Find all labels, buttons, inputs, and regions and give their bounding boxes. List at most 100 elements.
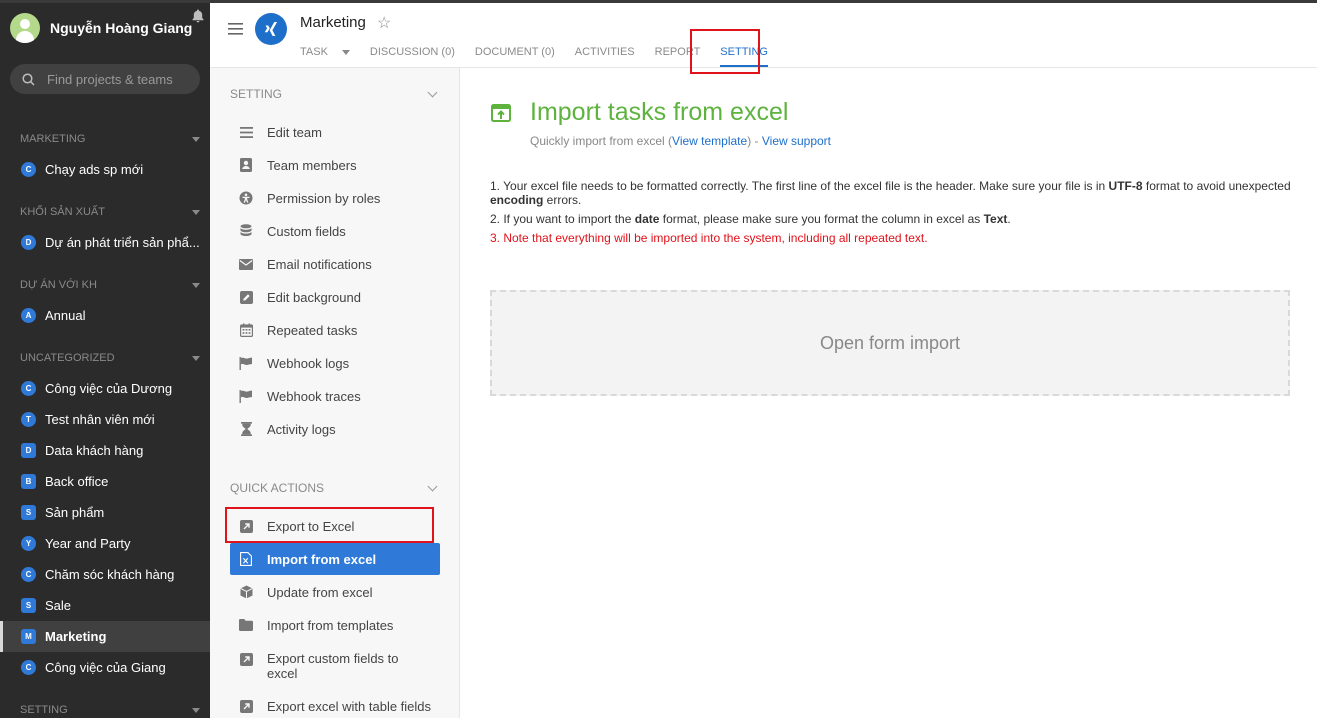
caret-down-icon[interactable]	[192, 209, 200, 215]
menu-edit-background[interactable]: Edit background	[230, 289, 440, 305]
menu-label: Team members	[267, 157, 357, 173]
note-2: 2. If you want to import the date format…	[490, 212, 1300, 226]
menu-team-members[interactable]: Team members	[230, 157, 440, 173]
section-title: SETTING	[230, 87, 283, 101]
caret-down-icon[interactable]	[192, 282, 200, 288]
project-badge: C	[21, 567, 36, 582]
tab-task[interactable]: TASK	[300, 39, 350, 65]
caret-down-icon[interactable]	[341, 49, 350, 55]
sidebar-project-item[interactable]: C Công việc của Dương	[0, 373, 210, 404]
sidebar-project-item[interactable]: T Test nhân viên mới	[0, 404, 210, 435]
tab-document[interactable]: DOCUMENT (0)	[475, 39, 555, 65]
avatar[interactable]	[10, 13, 40, 43]
group-label: DỰ ÁN VỚI KH	[20, 279, 97, 291]
note-text: format to avoid unexpected	[1142, 179, 1291, 193]
sidebar-project-item[interactable]: C Chăm sóc khách hàng	[0, 559, 210, 590]
open-form-import-button[interactable]: Open form import	[490, 290, 1290, 396]
menu-export-excel-table-fields[interactable]: Export excel with table fields	[230, 698, 440, 714]
note-text: 1. Your excel file needs to be formatted…	[490, 179, 1109, 193]
menu-custom-fields[interactable]: Custom fields	[230, 223, 440, 239]
project-badge: C	[21, 381, 36, 396]
menu-permission-by-roles[interactable]: Permission by roles	[230, 190, 440, 206]
project-badge: M	[21, 629, 36, 644]
project-badge: S	[21, 505, 36, 520]
project-badge: D	[21, 443, 36, 458]
note-1: 1. Your excel file needs to be formatted…	[490, 179, 1300, 207]
sidebar-project-item[interactable]: D Data khách hàng	[0, 435, 210, 466]
menu-export-custom-fields[interactable]: Export custom fields to excel	[230, 651, 440, 681]
folder-icon	[239, 618, 253, 632]
section-title: QUICK ACTIONS	[230, 481, 325, 495]
sidebar-project-item[interactable]: C Công việc của Giang	[0, 652, 210, 683]
chevron-down-icon[interactable]	[427, 481, 438, 491]
project-label: Sản phẩm	[45, 505, 105, 520]
sidebar-project-item[interactable]: C Chạy ads sp mới	[0, 154, 210, 185]
sidebar-project-item[interactable]: A Annual	[0, 300, 210, 331]
project-label: Chạy ads sp mới	[45, 162, 144, 177]
quick-actions-section-header[interactable]: QUICK ACTIONS	[230, 480, 440, 496]
sidebar-project-item-active[interactable]: M Marketing	[0, 621, 210, 652]
menu-import-from-excel[interactable]: Import from excel	[230, 543, 440, 575]
caret-down-icon[interactable]	[192, 355, 200, 361]
project-badge: T	[21, 412, 36, 427]
menu-webhook-logs[interactable]: Webhook logs	[230, 355, 440, 371]
import-notes: 1. Your excel file needs to be formatted…	[490, 179, 1300, 250]
tab-label: TASK	[300, 46, 328, 58]
menu-label: Import from templates	[267, 617, 394, 633]
group-title[interactable]: DỰ ÁN VỚI KH	[0, 276, 210, 294]
menu-import-from-templates[interactable]: Import from templates	[230, 617, 440, 633]
menu-icon[interactable]	[228, 23, 243, 35]
menu-label: Export excel with table fields	[267, 698, 432, 714]
sidebar-project-item[interactable]: S Sale	[0, 590, 210, 621]
tab-activities[interactable]: ACTIVITIES	[575, 39, 635, 65]
project-label: Year and Party	[45, 536, 131, 551]
chevron-down-icon[interactable]	[427, 87, 438, 97]
view-support-link[interactable]: View support	[762, 134, 831, 148]
menu-label: Email notifications	[267, 256, 372, 272]
sidebar-project-item[interactable]: Y Year and Party	[0, 528, 210, 559]
tab-label: DISCUSSION (0)	[369, 46, 455, 58]
caret-down-icon[interactable]	[192, 136, 200, 142]
group-title[interactable]: MARKETING	[0, 130, 210, 148]
project-label: Công việc của Dương	[45, 381, 173, 396]
menu-label: Edit background	[267, 289, 361, 305]
project-label: Marketing	[45, 629, 107, 644]
menu-webhook-traces[interactable]: Webhook traces	[230, 388, 440, 404]
group-title[interactable]: UNCATEGORIZED	[0, 349, 210, 367]
list-icon	[239, 125, 253, 139]
project-logo	[255, 13, 287, 45]
tab-discussion[interactable]: DISCUSSION (0)	[370, 39, 455, 65]
group-title[interactable]: SETTING	[0, 701, 210, 718]
menu-email-notifications[interactable]: Email notifications	[230, 256, 440, 272]
view-template-link[interactable]: View template	[672, 134, 747, 148]
search-input[interactable]	[47, 71, 187, 87]
sidebar-project-item[interactable]: S Sản phẩm	[0, 497, 210, 528]
setting-section-header[interactable]: SETTING	[230, 86, 440, 102]
accessibility-icon	[239, 191, 253, 205]
project-badge: B	[21, 474, 36, 489]
star-icon[interactable]: ☆	[377, 13, 391, 33]
bell-icon[interactable]	[192, 9, 204, 23]
project-badge: Y	[21, 536, 36, 551]
menu-edit-team[interactable]: Edit team	[230, 124, 440, 140]
menu-update-from-excel[interactable]: Update from excel	[230, 584, 440, 600]
user-profile[interactable]: Nguyễn Hoàng Giang	[10, 13, 205, 43]
user-name: Nguyễn Hoàng Giang	[50, 20, 193, 36]
menu-label: Update from excel	[267, 584, 373, 600]
sidebar-group-setting: SETTING	[0, 701, 210, 718]
project-badge: S	[21, 598, 36, 613]
export-square-icon	[239, 652, 253, 666]
group-label: UNCATEGORIZED	[20, 352, 115, 364]
search-box[interactable]	[10, 64, 200, 94]
project-badge: C	[21, 660, 36, 675]
menu-activity-logs[interactable]: Activity logs	[230, 421, 440, 437]
group-label: MARKETING	[20, 133, 86, 145]
sidebar-group-marketing: MARKETING C Chạy ads sp mới	[0, 130, 210, 185]
sidebar-project-item[interactable]: B Back office	[0, 466, 210, 497]
sidebar-project-item[interactable]: D Dự án phát triển sản phẩ...	[0, 227, 210, 258]
import-box-icon	[491, 104, 511, 122]
note-bold: date	[634, 212, 660, 226]
group-title[interactable]: KHỐI SẢN XUẤT	[0, 203, 210, 221]
caret-down-icon[interactable]	[192, 707, 200, 713]
menu-repeated-tasks[interactable]: Repeated tasks	[230, 322, 440, 338]
